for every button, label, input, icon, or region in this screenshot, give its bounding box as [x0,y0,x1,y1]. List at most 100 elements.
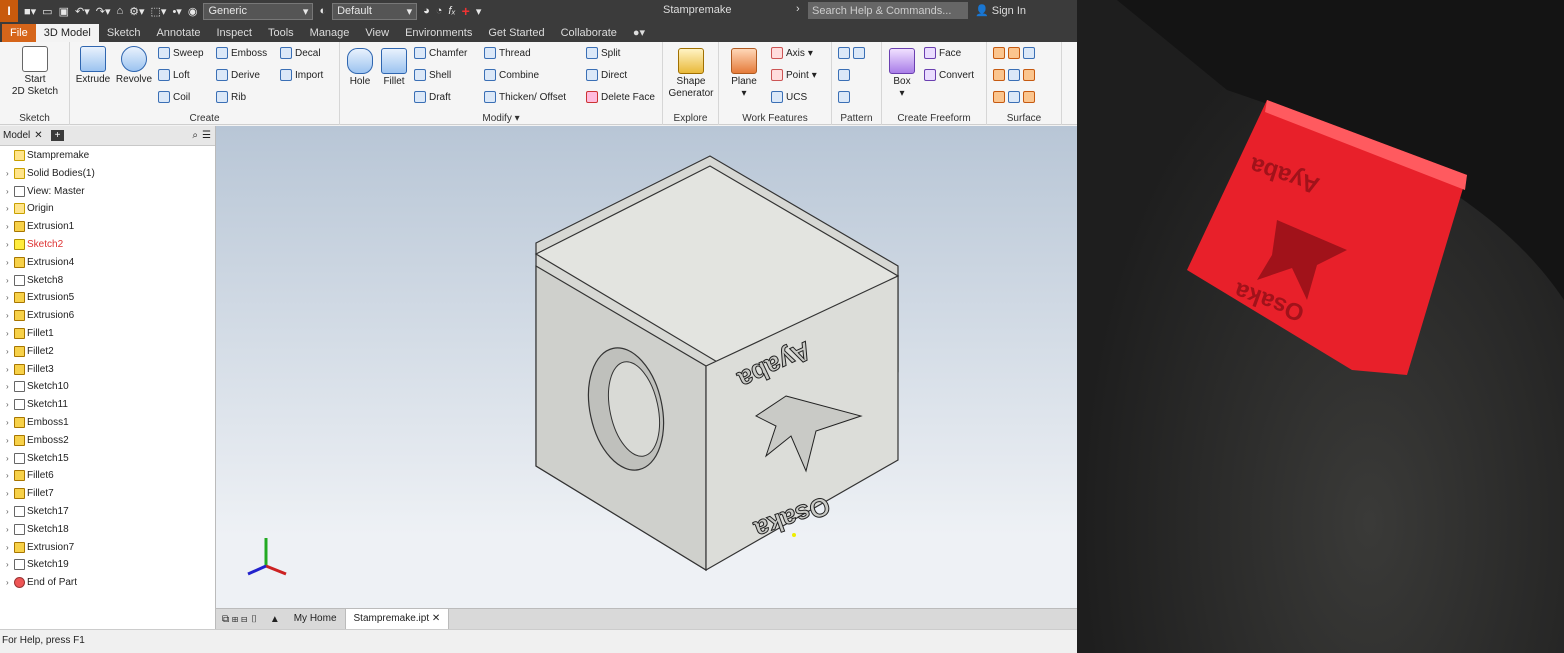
expand-icon[interactable]: › [6,169,12,178]
browser-tab-model[interactable]: Model [3,130,30,141]
rectangular-pattern-button[interactable] [838,47,865,59]
circular-pattern-button[interactable] [838,69,850,81]
tree-item[interactable]: › Extrusion4 [6,256,74,268]
tree-item[interactable]: › Extrusion1 [6,221,74,233]
decal-button[interactable]: Decal [280,47,321,59]
search-help-input[interactable]: Search Help & Commands... [808,2,968,19]
revolve-button[interactable]: Revolve [114,46,154,86]
extrude-button[interactable]: Extrude [74,46,112,86]
expand-icon[interactable]: › [6,471,12,480]
tab-sketch[interactable]: Sketch [99,24,149,42]
close-icon[interactable]: ✕ [34,130,42,141]
direct-button[interactable]: Direct [586,69,627,81]
fit-mesh-icon[interactable] [1023,91,1035,103]
combine-button[interactable]: Combine [484,69,539,81]
draft-button[interactable]: Draft [414,91,451,103]
tree-item[interactable]: › View: Master [6,185,85,197]
replace-face-icon[interactable] [993,91,1005,103]
patch-icon[interactable] [1008,47,1020,59]
plane-button[interactable]: Plane ▾ [723,48,765,100]
app-logo[interactable]: I [0,0,18,22]
toggle-icon[interactable]: ●▾ [625,24,653,42]
import-button[interactable]: Import [280,69,323,81]
tab-collaborate[interactable]: Collaborate [553,24,625,42]
tab-view[interactable]: View [357,24,397,42]
3d-viewport[interactable]: Ayaba Osaka [216,126,1077,608]
tree-item[interactable]: › Sketch19 [6,559,69,571]
expand-icon[interactable]: › [6,240,12,249]
plus-red-icon[interactable]: + [462,3,470,19]
trim-icon[interactable] [1023,47,1035,59]
undo-icon[interactable]: ↶▾ [75,5,90,18]
tree-item[interactable]: › End of Part [6,577,77,589]
convert-button[interactable]: Convert [924,69,974,81]
chamfer-button[interactable]: Chamfer [414,47,467,59]
ucs-button[interactable]: UCS [771,91,807,103]
stitch-icon[interactable] [993,47,1005,59]
chevron-down-icon[interactable]: ▾ [476,5,482,18]
expand-icon[interactable]: › [6,543,12,552]
delete-icon[interactable] [1008,69,1020,81]
hole-button[interactable]: Hole [344,48,376,88]
up-arrow-icon[interactable]: ▲ [264,614,286,625]
sign-in-button[interactable]: 👤 Sign In [975,4,1026,17]
fx-icon[interactable]: fₓ [448,5,455,17]
tree-item[interactable]: › Extrusion7 [6,541,74,553]
expand-icon[interactable]: › [6,311,12,320]
tree-item[interactable]: › Emboss2 [6,434,69,446]
delete-face-button[interactable]: Delete Face [586,91,655,103]
loft-button[interactable]: Loft [158,69,190,81]
face-button[interactable]: Face [924,47,961,59]
thread-button[interactable]: Thread [484,47,531,59]
expand-icon[interactable]: › [6,525,12,534]
new-icon[interactable]: ■▾ [24,5,36,18]
panel-label-modify[interactable]: Modify ▾ [340,113,662,124]
expand-icon[interactable]: › [6,293,12,302]
tree-item[interactable]: › Sketch18 [6,523,69,535]
repair-icon[interactable] [1008,91,1020,103]
extend-icon[interactable] [1023,69,1035,81]
thicken-offset-button[interactable]: Thicken/ Offset [484,91,566,103]
tab-manage[interactable]: Manage [302,24,358,42]
expand-icon[interactable]: › [6,400,12,409]
tree-item[interactable]: › Sketch15 [6,452,69,464]
expand-icon[interactable]: › [6,347,12,356]
home-icon[interactable]: ⌂ [116,5,123,17]
tab-3d-model[interactable]: 3D Model [35,24,99,42]
tree-item[interactable]: › Fillet3 [6,363,54,375]
expand-icon[interactable]: › [6,187,12,196]
derive-button[interactable]: Derive [216,69,260,81]
expand-icon[interactable]: › [6,329,12,338]
tree-item[interactable]: Stampremake [6,150,89,161]
material-dropdown[interactable]: Generic ▾ [203,2,314,20]
tab-annotate[interactable]: Annotate [148,24,208,42]
fillet-button[interactable]: Fillet [378,48,410,88]
globe-icon[interactable]: ◉ [188,5,198,18]
split-button[interactable]: Split [586,47,620,59]
expand-icon[interactable]: › [6,258,12,267]
expand-icon[interactable]: › [6,578,12,587]
tree-item[interactable]: › Solid Bodies(1) [6,167,95,179]
tree-item[interactable]: › Sketch10 [6,381,69,393]
coil-button[interactable]: Coil [158,91,190,103]
expand-icon[interactable]: › [6,507,12,516]
tab-environments[interactable]: Environments [397,24,480,42]
close-icon[interactable]: ✕ [432,613,440,624]
search-icon[interactable]: ⌕ [192,130,198,141]
color-wheel-icon[interactable]: ◐ [319,5,326,17]
tile-icon[interactable]: ⧉ ⊞ ⊟ ▯ [216,614,264,625]
expand-icon[interactable]: › [6,382,12,391]
select-icon[interactable]: ⬚▾ [151,5,167,18]
rib-button[interactable]: Rib [216,91,246,103]
adjust-icon[interactable]: ◕ [423,5,430,17]
tree-item[interactable]: › Fillet1 [6,328,54,339]
emboss-button[interactable]: Emboss [216,47,267,59]
appearance-dropdown[interactable]: Default ▾ [332,2,418,20]
tree-item[interactable]: › Extrusion6 [6,310,74,322]
expand-icon[interactable]: › [6,489,12,498]
tree-item[interactable]: › Sketch2 [6,239,63,250]
tab-file[interactable]: File [2,24,36,42]
tree-item[interactable]: › Fillet2 [6,345,54,357]
tab-stampremake-ipt[interactable]: Stampremake.ipt ✕ [345,609,450,629]
tree-item[interactable]: › Fillet6 [6,470,54,482]
